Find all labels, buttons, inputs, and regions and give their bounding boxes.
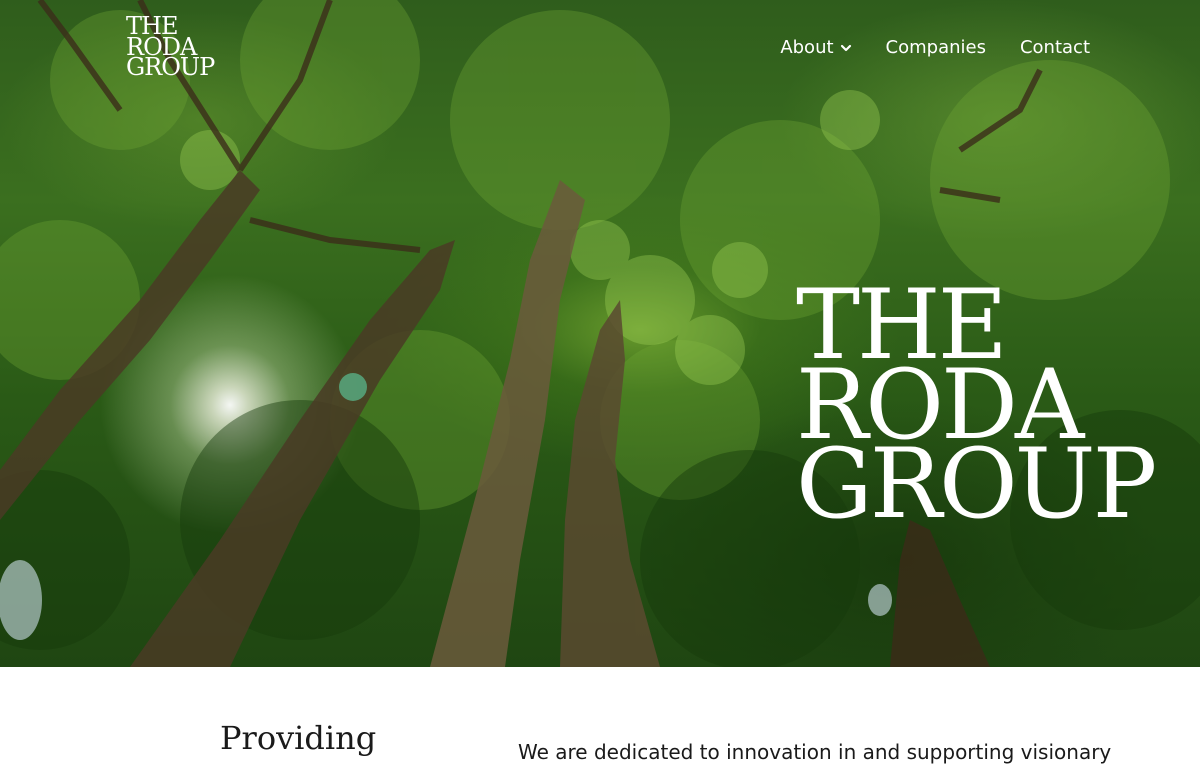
top-navigation: THE RODA GROUP About Companies Contact	[0, 0, 1200, 100]
hero-wordmark: THE RODA GROUP	[796, 277, 1157, 541]
nav-item-contact[interactable]: Contact	[1020, 37, 1090, 58]
nav-item-contact-label: Contact	[1019, 37, 1090, 58]
main-menu: About Companies Contact	[780, 37, 1090, 58]
hero-banner: THE RODA GROUP About Companies Contact T…	[0, 0, 1200, 667]
chevron-down-icon	[840, 44, 851, 51]
logo-line-group: GROUP	[126, 53, 215, 82]
section-intro-text: We are dedicated to innovation in and su…	[518, 740, 1112, 764]
brand-logo[interactable]: THE RODA GROUP	[126, 14, 226, 82]
hero-line-group: GROUP	[796, 428, 1157, 541]
section-heading: Providing	[220, 719, 377, 757]
nav-item-companies-label: Companies	[885, 37, 986, 58]
nav-item-about[interactable]: About	[780, 37, 851, 58]
nav-item-about-label: About	[780, 37, 834, 58]
nav-item-companies[interactable]: Companies	[886, 37, 986, 58]
content-section: Providing We are dedicated to innovation…	[0, 667, 1200, 764]
